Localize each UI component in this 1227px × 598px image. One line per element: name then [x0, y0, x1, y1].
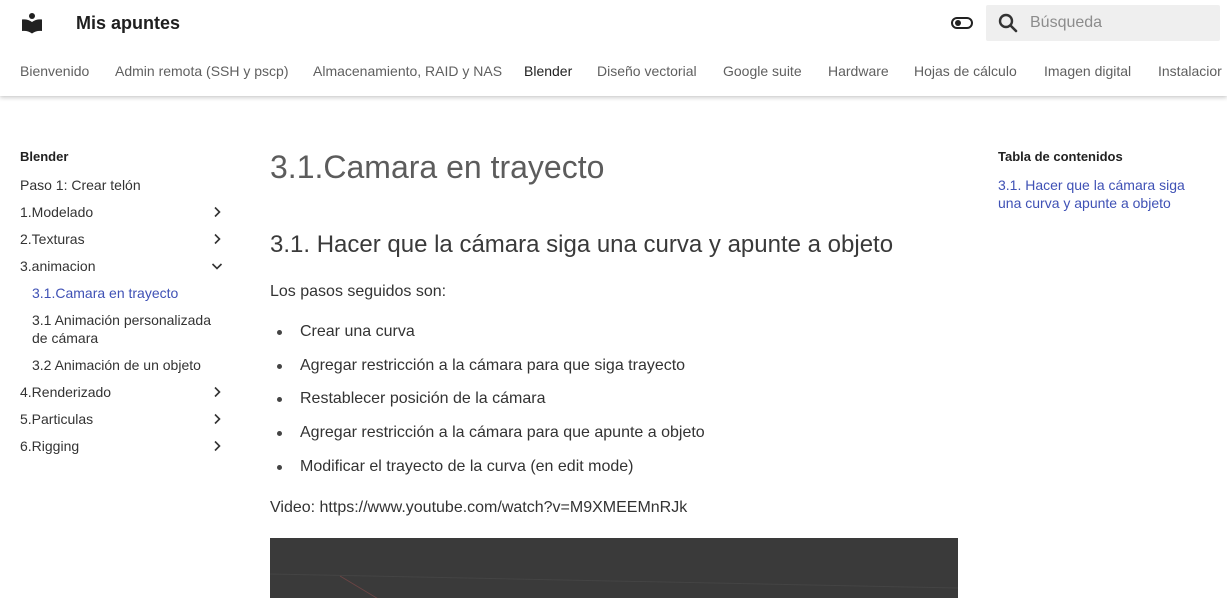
tab-almacenamiento[interactable]: Almacenamiento, RAID y NAS: [313, 63, 502, 79]
sidebar-item-renderizado[interactable]: 4.Renderizado: [20, 383, 225, 401]
list-item: Restablecer posición de la cámara: [276, 390, 546, 407]
toggle-icon[interactable]: [950, 11, 974, 35]
sidebar-item-label: 5.Particulas: [20, 411, 94, 427]
video-link-text: Video: https://www.youtube.com/watch?v=M…: [270, 499, 688, 516]
search-icon: [998, 13, 1018, 33]
tab-hojas-de-calculo[interactable]: Hojas de cálculo: [914, 63, 1017, 79]
sidebar-item-particulas[interactable]: 5.Particulas: [20, 410, 225, 428]
sidebar-item-label: 3.1 Animación personalizada de cámara: [32, 312, 212, 346]
video-embed[interactable]: [270, 538, 958, 598]
section-heading: 3.1. Hacer que la cámara siga una curva …: [270, 231, 894, 258]
book-reader-icon[interactable]: [20, 11, 44, 35]
sidebar-item-camara-en-trayecto[interactable]: 3.1.Camara en trayecto: [32, 284, 222, 302]
sidebar-item-label: 6.Rigging: [20, 438, 80, 454]
sidebar-item-modelado[interactable]: 1.Modelado: [20, 203, 225, 221]
page-title: 3.1.Camara en trayecto: [270, 149, 605, 185]
chevron-right-icon[interactable]: [209, 411, 225, 427]
sidebar-item-label: 4.Renderizado: [20, 384, 112, 400]
tab-google-suite[interactable]: Google suite: [723, 63, 802, 79]
tab-diseno-vectorial[interactable]: Diseño vectorial: [597, 63, 697, 79]
chevron-down-icon[interactable]: [209, 258, 225, 274]
sidebar-item-animacion-personalizada[interactable]: 3.1 Animación personalizada de cámara: [32, 311, 222, 347]
header: Mis apuntes Bienvenido Admin remota (SSH…: [0, 0, 1227, 96]
sidebar-item-label: 3.animacion: [20, 258, 96, 274]
tab-admin-remota[interactable]: Admin remota (SSH y pscp): [115, 63, 289, 79]
sidebar-item-label: Paso 1: Crear telón: [20, 177, 141, 193]
intro-text: Los pasos seguidos son:: [270, 283, 447, 300]
search-box[interactable]: [986, 5, 1220, 41]
site-title[interactable]: Mis apuntes: [76, 12, 180, 34]
toc-link[interactable]: 3.1. Hacer que la cámara siga una curva …: [998, 176, 1198, 212]
chevron-right-icon[interactable]: [209, 438, 225, 454]
sidebar-item-label: 1.Modelado: [20, 204, 94, 220]
list-item: Agregar restricción a la cámara para que…: [277, 424, 705, 441]
toc-title: Tabla de contenidos: [998, 149, 1123, 164]
sidebar-item-animacion[interactable]: 3.animacion: [20, 257, 225, 275]
chevron-right-icon[interactable]: [209, 204, 225, 220]
list-item: Agregar restricción a la cámara para que…: [276, 357, 686, 374]
top-tabs: Bienvenido Admin remota (SSH y pscp) Alm…: [0, 55, 1227, 87]
video-thumbnail: [270, 573, 958, 598]
sidebar-item-label: 3.2 Animación de un objeto: [32, 357, 201, 373]
sidebar-item-crear-telon[interactable]: Paso 1: Crear telón: [20, 176, 225, 194]
sidebar-item-label: 3.1.Camara en trayecto: [32, 285, 179, 301]
sidebar-item-texturas[interactable]: 2.Texturas: [20, 230, 225, 248]
list-item: Modificar el trayecto de la curva (en ed…: [276, 458, 634, 475]
search-input[interactable]: [1030, 5, 1216, 41]
list-item: Crear una curva: [277, 323, 415, 340]
sidebar-title: Blender: [20, 149, 69, 164]
tab-instalacion[interactable]: Instalacior: [1158, 63, 1222, 79]
sidebar-item-rigging[interactable]: 6.Rigging: [20, 437, 225, 455]
chevron-right-icon[interactable]: [209, 231, 225, 247]
tab-hardware[interactable]: Hardware: [828, 63, 889, 79]
chevron-right-icon[interactable]: [209, 384, 225, 400]
tab-blender[interactable]: Blender: [524, 63, 572, 79]
tab-bienvenido[interactable]: Bienvenido: [20, 63, 89, 79]
tab-imagen-digital[interactable]: Imagen digital: [1044, 63, 1131, 79]
sidebar-item-animacion-objeto[interactable]: 3.2 Animación de un objeto: [32, 356, 222, 374]
sidebar-item-label: 2.Texturas: [20, 231, 85, 247]
